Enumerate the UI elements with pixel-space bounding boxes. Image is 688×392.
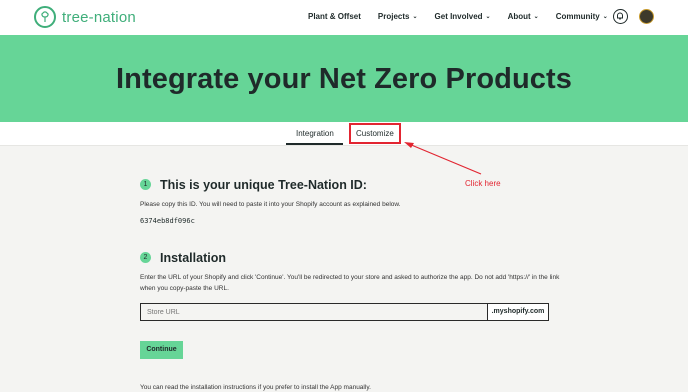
annotation-arrow-icon	[404, 142, 482, 175]
domain-suffix-label: .myshopify.com	[488, 303, 549, 321]
manual-install-text: You can read the installation instructio…	[140, 384, 371, 391]
annotation-label: Click here	[465, 179, 501, 188]
tree-nation-id-value[interactable]: 6374eb8df096c	[140, 217, 195, 225]
step-number-badge: 2	[140, 252, 151, 263]
store-url-input[interactable]	[140, 303, 488, 321]
step1-title: This is your unique Tree-Nation ID:	[160, 178, 367, 192]
step2-instructions: Enter the URL of your Shopify and click …	[140, 274, 560, 292]
step-number-badge: 1	[140, 179, 151, 190]
step1-instructions: Please copy this ID. You will need to pa…	[140, 201, 401, 208]
continue-button[interactable]: Continue	[140, 341, 183, 359]
step2-title: Installation	[160, 251, 226, 265]
